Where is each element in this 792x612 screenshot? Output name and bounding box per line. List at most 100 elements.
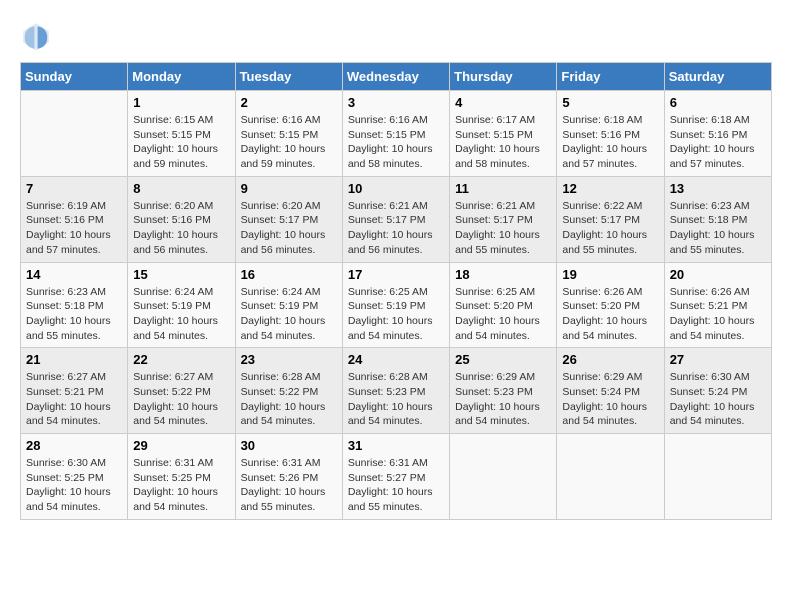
week-row-5: 28 Sunrise: 6:30 AM Sunset: 5:25 PM Dayli…	[21, 434, 772, 520]
calendar-cell: 27Sunrise: 6:30 AM Sunset: 5:24 PM Dayli…	[664, 348, 771, 434]
day-number: 8	[133, 181, 229, 196]
day-number: 17	[348, 267, 444, 282]
day-detail: Sunrise: 6:25 AM Sunset: 5:20 PM Dayligh…	[455, 285, 551, 344]
calendar-cell: 24 Sunrise: 6:28 AM Sunset: 5:23 PM Dayli…	[342, 348, 449, 434]
day-number: 25	[455, 352, 551, 367]
calendar-cell: 20 Sunrise: 6:26 AM Sunset: 5:21 PM Dayli…	[664, 262, 771, 348]
day-number: 30	[241, 438, 337, 453]
calendar-cell: 1 Sunrise: 6:15 AM Sunset: 5:15 PM Daylig…	[128, 91, 235, 177]
calendar-cell: 23 Sunrise: 6:28 AM Sunset: 5:22 PM Dayli…	[235, 348, 342, 434]
calendar-table: SundayMondayTuesdayWednesdayThursdayFrid…	[20, 62, 772, 520]
week-row-2: 7 Sunrise: 6:19 AM Sunset: 5:16 PM Daylig…	[21, 176, 772, 262]
calendar-header: SundayMondayTuesdayWednesdayThursdayFrid…	[21, 63, 772, 91]
calendar-cell: 5Sunrise: 6:18 AM Sunset: 5:16 PM Daylig…	[557, 91, 664, 177]
calendar-cell: 29 Sunrise: 6:31 AM Sunset: 5:25 PM Dayli…	[128, 434, 235, 520]
day-detail: Sunrise: 6:23 AM Sunset: 5:18 PM Dayligh…	[26, 285, 122, 344]
calendar-cell: 8Sunrise: 6:20 AM Sunset: 5:16 PM Daylig…	[128, 176, 235, 262]
day-number: 21	[26, 352, 122, 367]
day-number: 19	[562, 267, 658, 282]
calendar-cell: 25 Sunrise: 6:29 AM Sunset: 5:23 PM Dayli…	[450, 348, 557, 434]
day-detail: Sunrise: 6:21 AM Sunset: 5:17 PM Dayligh…	[348, 199, 444, 258]
header-cell-thursday: Thursday	[450, 63, 557, 91]
calendar-cell: 4 Sunrise: 6:17 AM Sunset: 5:15 PM Daylig…	[450, 91, 557, 177]
day-detail: Sunrise: 6:22 AM Sunset: 5:17 PM Dayligh…	[562, 199, 658, 258]
day-detail: Sunrise: 6:27 AM Sunset: 5:22 PM Dayligh…	[133, 370, 229, 429]
header-cell-wednesday: Wednesday	[342, 63, 449, 91]
week-row-4: 21 Sunrise: 6:27 AM Sunset: 5:21 PM Dayli…	[21, 348, 772, 434]
calendar-cell: 15 Sunrise: 6:24 AM Sunset: 5:19 PM Dayli…	[128, 262, 235, 348]
day-number: 1	[133, 95, 229, 110]
day-number: 11	[455, 181, 551, 196]
day-number: 27	[670, 352, 766, 367]
day-detail: Sunrise: 6:31 AM Sunset: 5:25 PM Dayligh…	[133, 456, 229, 515]
calendar-cell: 3 Sunrise: 6:16 AM Sunset: 5:15 PM Daylig…	[342, 91, 449, 177]
day-number: 14	[26, 267, 122, 282]
day-detail: Sunrise: 6:31 AM Sunset: 5:26 PM Dayligh…	[241, 456, 337, 515]
logo	[20, 20, 56, 52]
calendar-cell: 6 Sunrise: 6:18 AM Sunset: 5:16 PM Daylig…	[664, 91, 771, 177]
day-number: 7	[26, 181, 122, 196]
calendar-cell: 12 Sunrise: 6:22 AM Sunset: 5:17 PM Dayli…	[557, 176, 664, 262]
day-number: 15	[133, 267, 229, 282]
calendar-cell	[664, 434, 771, 520]
day-number: 22	[133, 352, 229, 367]
day-detail: Sunrise: 6:16 AM Sunset: 5:15 PM Dayligh…	[348, 113, 444, 172]
calendar-cell: 28 Sunrise: 6:30 AM Sunset: 5:25 PM Dayli…	[21, 434, 128, 520]
calendar-cell: 30 Sunrise: 6:31 AM Sunset: 5:26 PM Dayli…	[235, 434, 342, 520]
calendar-cell: 22 Sunrise: 6:27 AM Sunset: 5:22 PM Dayli…	[128, 348, 235, 434]
day-detail: Sunrise: 6:19 AM Sunset: 5:16 PM Dayligh…	[26, 199, 122, 258]
day-detail: Sunrise: 6:29 AM Sunset: 5:23 PM Dayligh…	[455, 370, 551, 429]
day-detail: Sunrise: 6:21 AM Sunset: 5:17 PM Dayligh…	[455, 199, 551, 258]
calendar-cell: 17 Sunrise: 6:25 AM Sunset: 5:19 PM Dayli…	[342, 262, 449, 348]
day-detail: Sunrise: 6:25 AM Sunset: 5:19 PM Dayligh…	[348, 285, 444, 344]
calendar-cell	[557, 434, 664, 520]
day-detail: Sunrise: 6:24 AM Sunset: 5:19 PM Dayligh…	[241, 285, 337, 344]
day-number: 5	[562, 95, 658, 110]
day-number: 9	[241, 181, 337, 196]
week-row-3: 14 Sunrise: 6:23 AM Sunset: 5:18 PM Dayli…	[21, 262, 772, 348]
day-detail: Sunrise: 6:27 AM Sunset: 5:21 PM Dayligh…	[26, 370, 122, 429]
header-cell-sunday: Sunday	[21, 63, 128, 91]
header-cell-monday: Monday	[128, 63, 235, 91]
calendar-cell: 7 Sunrise: 6:19 AM Sunset: 5:16 PM Daylig…	[21, 176, 128, 262]
day-detail: Sunrise: 6:28 AM Sunset: 5:22 PM Dayligh…	[241, 370, 337, 429]
day-number: 23	[241, 352, 337, 367]
calendar-cell: 16 Sunrise: 6:24 AM Sunset: 5:19 PM Dayli…	[235, 262, 342, 348]
calendar-cell: 11 Sunrise: 6:21 AM Sunset: 5:17 PM Dayli…	[450, 176, 557, 262]
day-number: 24	[348, 352, 444, 367]
calendar-cell: 26Sunrise: 6:29 AM Sunset: 5:24 PM Dayli…	[557, 348, 664, 434]
calendar-cell	[450, 434, 557, 520]
calendar-cell: 21 Sunrise: 6:27 AM Sunset: 5:21 PM Dayli…	[21, 348, 128, 434]
day-detail: Sunrise: 6:16 AM Sunset: 5:15 PM Dayligh…	[241, 113, 337, 172]
day-number: 31	[348, 438, 444, 453]
calendar-cell: 31 Sunrise: 6:31 AM Sunset: 5:27 PM Dayli…	[342, 434, 449, 520]
day-number: 6	[670, 95, 766, 110]
day-detail: Sunrise: 6:18 AM Sunset: 5:16 PM Dayligh…	[670, 113, 766, 172]
day-number: 12	[562, 181, 658, 196]
logo-icon	[20, 20, 52, 52]
calendar-cell: 9Sunrise: 6:20 AM Sunset: 5:17 PM Daylig…	[235, 176, 342, 262]
day-detail: Sunrise: 6:26 AM Sunset: 5:20 PM Dayligh…	[562, 285, 658, 344]
day-detail: Sunrise: 6:30 AM Sunset: 5:25 PM Dayligh…	[26, 456, 122, 515]
day-number: 20	[670, 267, 766, 282]
day-detail: Sunrise: 6:15 AM Sunset: 5:15 PM Dayligh…	[133, 113, 229, 172]
calendar-cell: 14 Sunrise: 6:23 AM Sunset: 5:18 PM Dayli…	[21, 262, 128, 348]
day-number: 28	[26, 438, 122, 453]
day-detail: Sunrise: 6:24 AM Sunset: 5:19 PM Dayligh…	[133, 285, 229, 344]
calendar-body: 1 Sunrise: 6:15 AM Sunset: 5:15 PM Daylig…	[21, 91, 772, 520]
day-number: 2	[241, 95, 337, 110]
day-number: 3	[348, 95, 444, 110]
day-number: 18	[455, 267, 551, 282]
day-detail: Sunrise: 6:28 AM Sunset: 5:23 PM Dayligh…	[348, 370, 444, 429]
day-detail: Sunrise: 6:26 AM Sunset: 5:21 PM Dayligh…	[670, 285, 766, 344]
day-detail: Sunrise: 6:31 AM Sunset: 5:27 PM Dayligh…	[348, 456, 444, 515]
day-number: 16	[241, 267, 337, 282]
day-detail: Sunrise: 6:23 AM Sunset: 5:18 PM Dayligh…	[670, 199, 766, 258]
day-detail: Sunrise: 6:17 AM Sunset: 5:15 PM Dayligh…	[455, 113, 551, 172]
week-row-1: 1 Sunrise: 6:15 AM Sunset: 5:15 PM Daylig…	[21, 91, 772, 177]
calendar-cell	[21, 91, 128, 177]
day-number: 26	[562, 352, 658, 367]
header-cell-tuesday: Tuesday	[235, 63, 342, 91]
day-number: 4	[455, 95, 551, 110]
day-number: 29	[133, 438, 229, 453]
